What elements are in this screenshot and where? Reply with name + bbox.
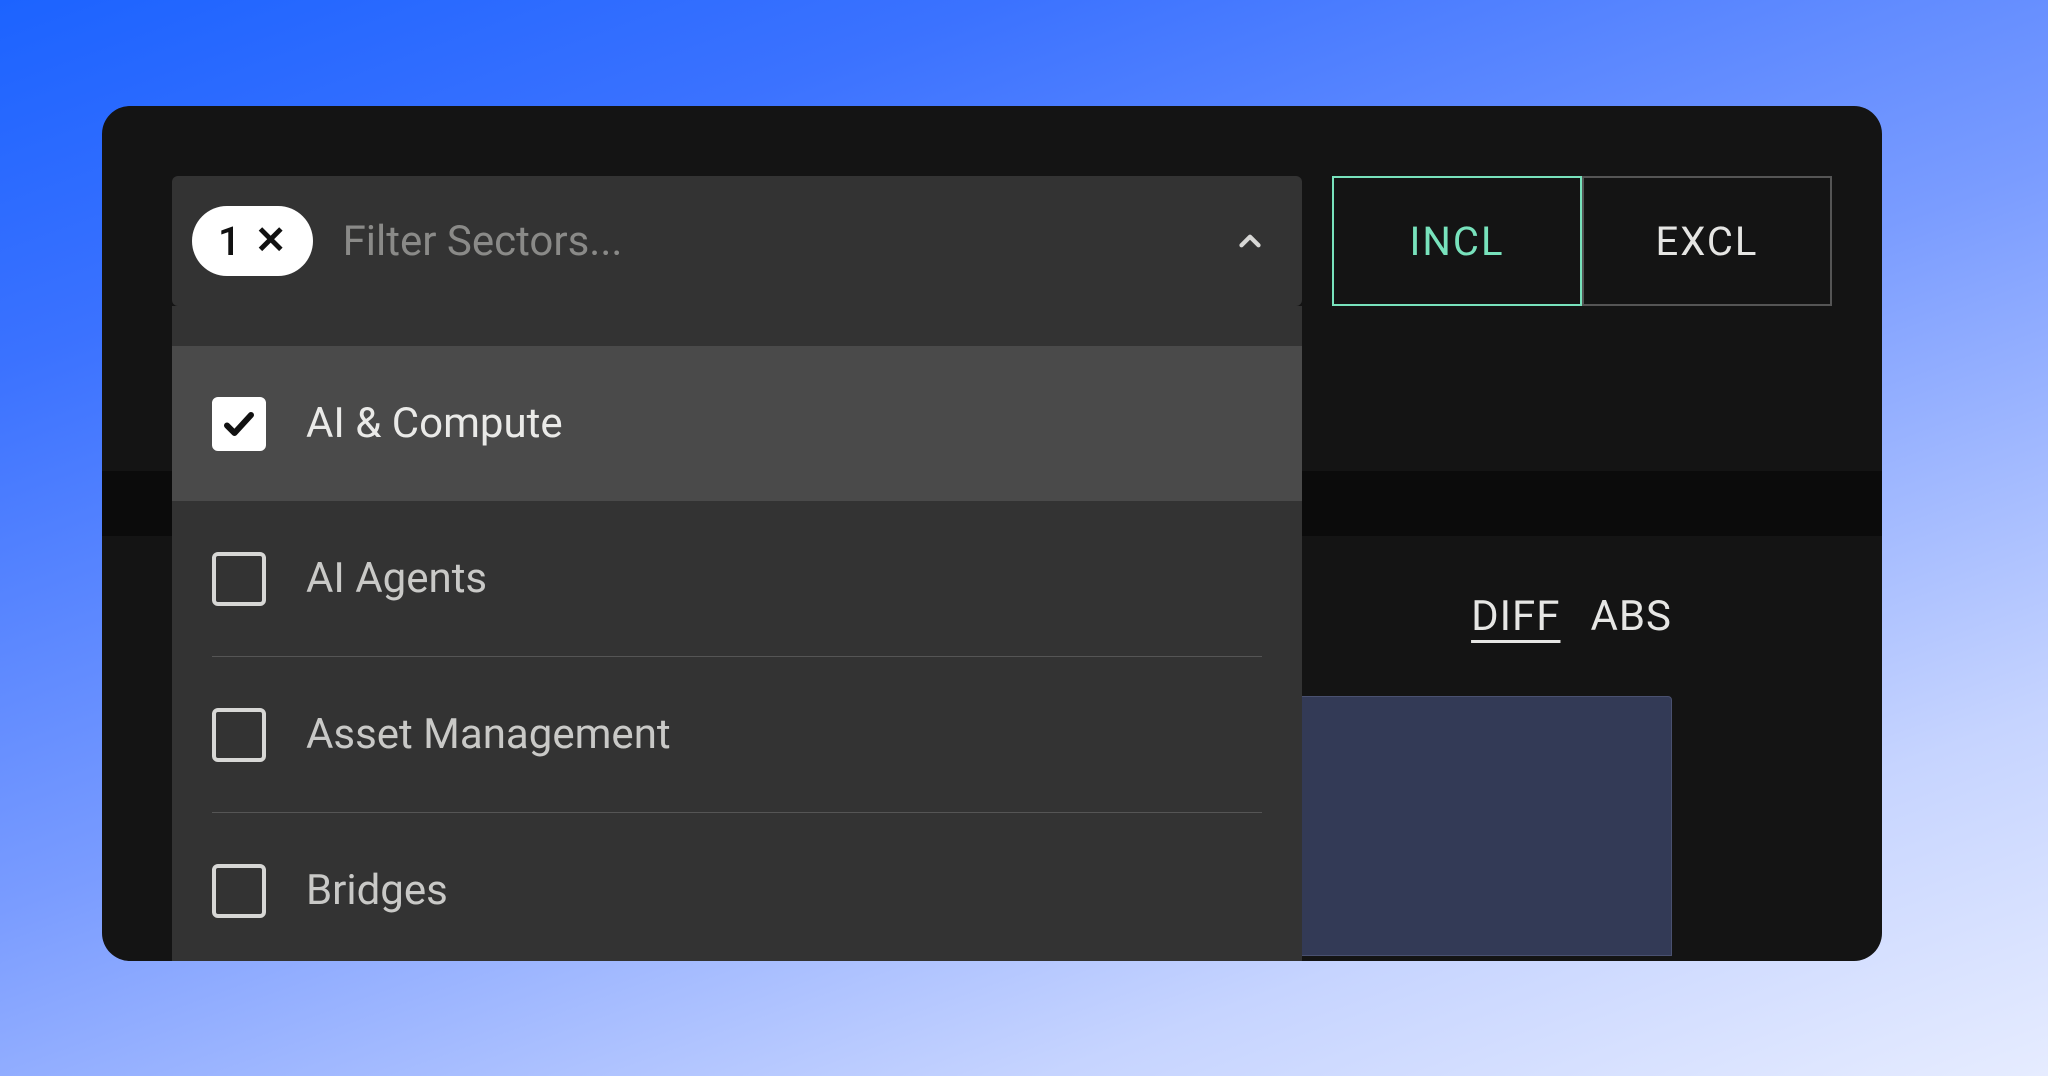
sector-option[interactable]: Asset Management [172,657,1302,812]
chevron-up-icon[interactable] [1230,221,1270,261]
checkbox-checked-icon[interactable] [212,397,266,451]
checkbox-unchecked-icon[interactable] [212,552,266,606]
sector-dropdown: AI & Compute AI Agents Asset Management Bri… [172,306,1302,961]
include-button[interactable]: INCL [1332,176,1582,306]
selection-count: 1 [218,218,241,265]
selection-count-chip[interactable]: 1 ✕ [192,206,313,276]
sector-option[interactable]: Bridges [172,813,1302,961]
sector-filter-combobox[interactable]: 1 ✕ Filter Sectors... [172,176,1302,306]
checkbox-unchecked-icon[interactable] [212,864,266,918]
sector-option-label: Asset Management [306,710,671,759]
clear-selection-icon[interactable]: ✕ [255,222,287,260]
mode-abs[interactable]: ABS [1590,592,1672,641]
sector-option-label: Bridges [306,866,448,915]
sector-option-label: AI & Compute [306,399,563,448]
sector-option-label: AI Agents [306,554,487,603]
sector-option[interactable]: AI Agents [172,501,1302,656]
checkbox-unchecked-icon[interactable] [212,708,266,762]
filter-placeholder: Filter Sectors... [343,217,1230,266]
include-exclude-toggle: INCL EXCL [1332,176,1832,306]
exclude-button[interactable]: EXCL [1582,176,1832,306]
sector-option[interactable]: AI & Compute [172,346,1302,501]
filter-panel: DIFF ABS 1 ✕ Filter Sectors... INCL EXC [102,106,1882,961]
filter-bar: 1 ✕ Filter Sectors... INCL EXCL [172,176,1812,306]
mode-diff[interactable]: DIFF [1471,592,1560,641]
